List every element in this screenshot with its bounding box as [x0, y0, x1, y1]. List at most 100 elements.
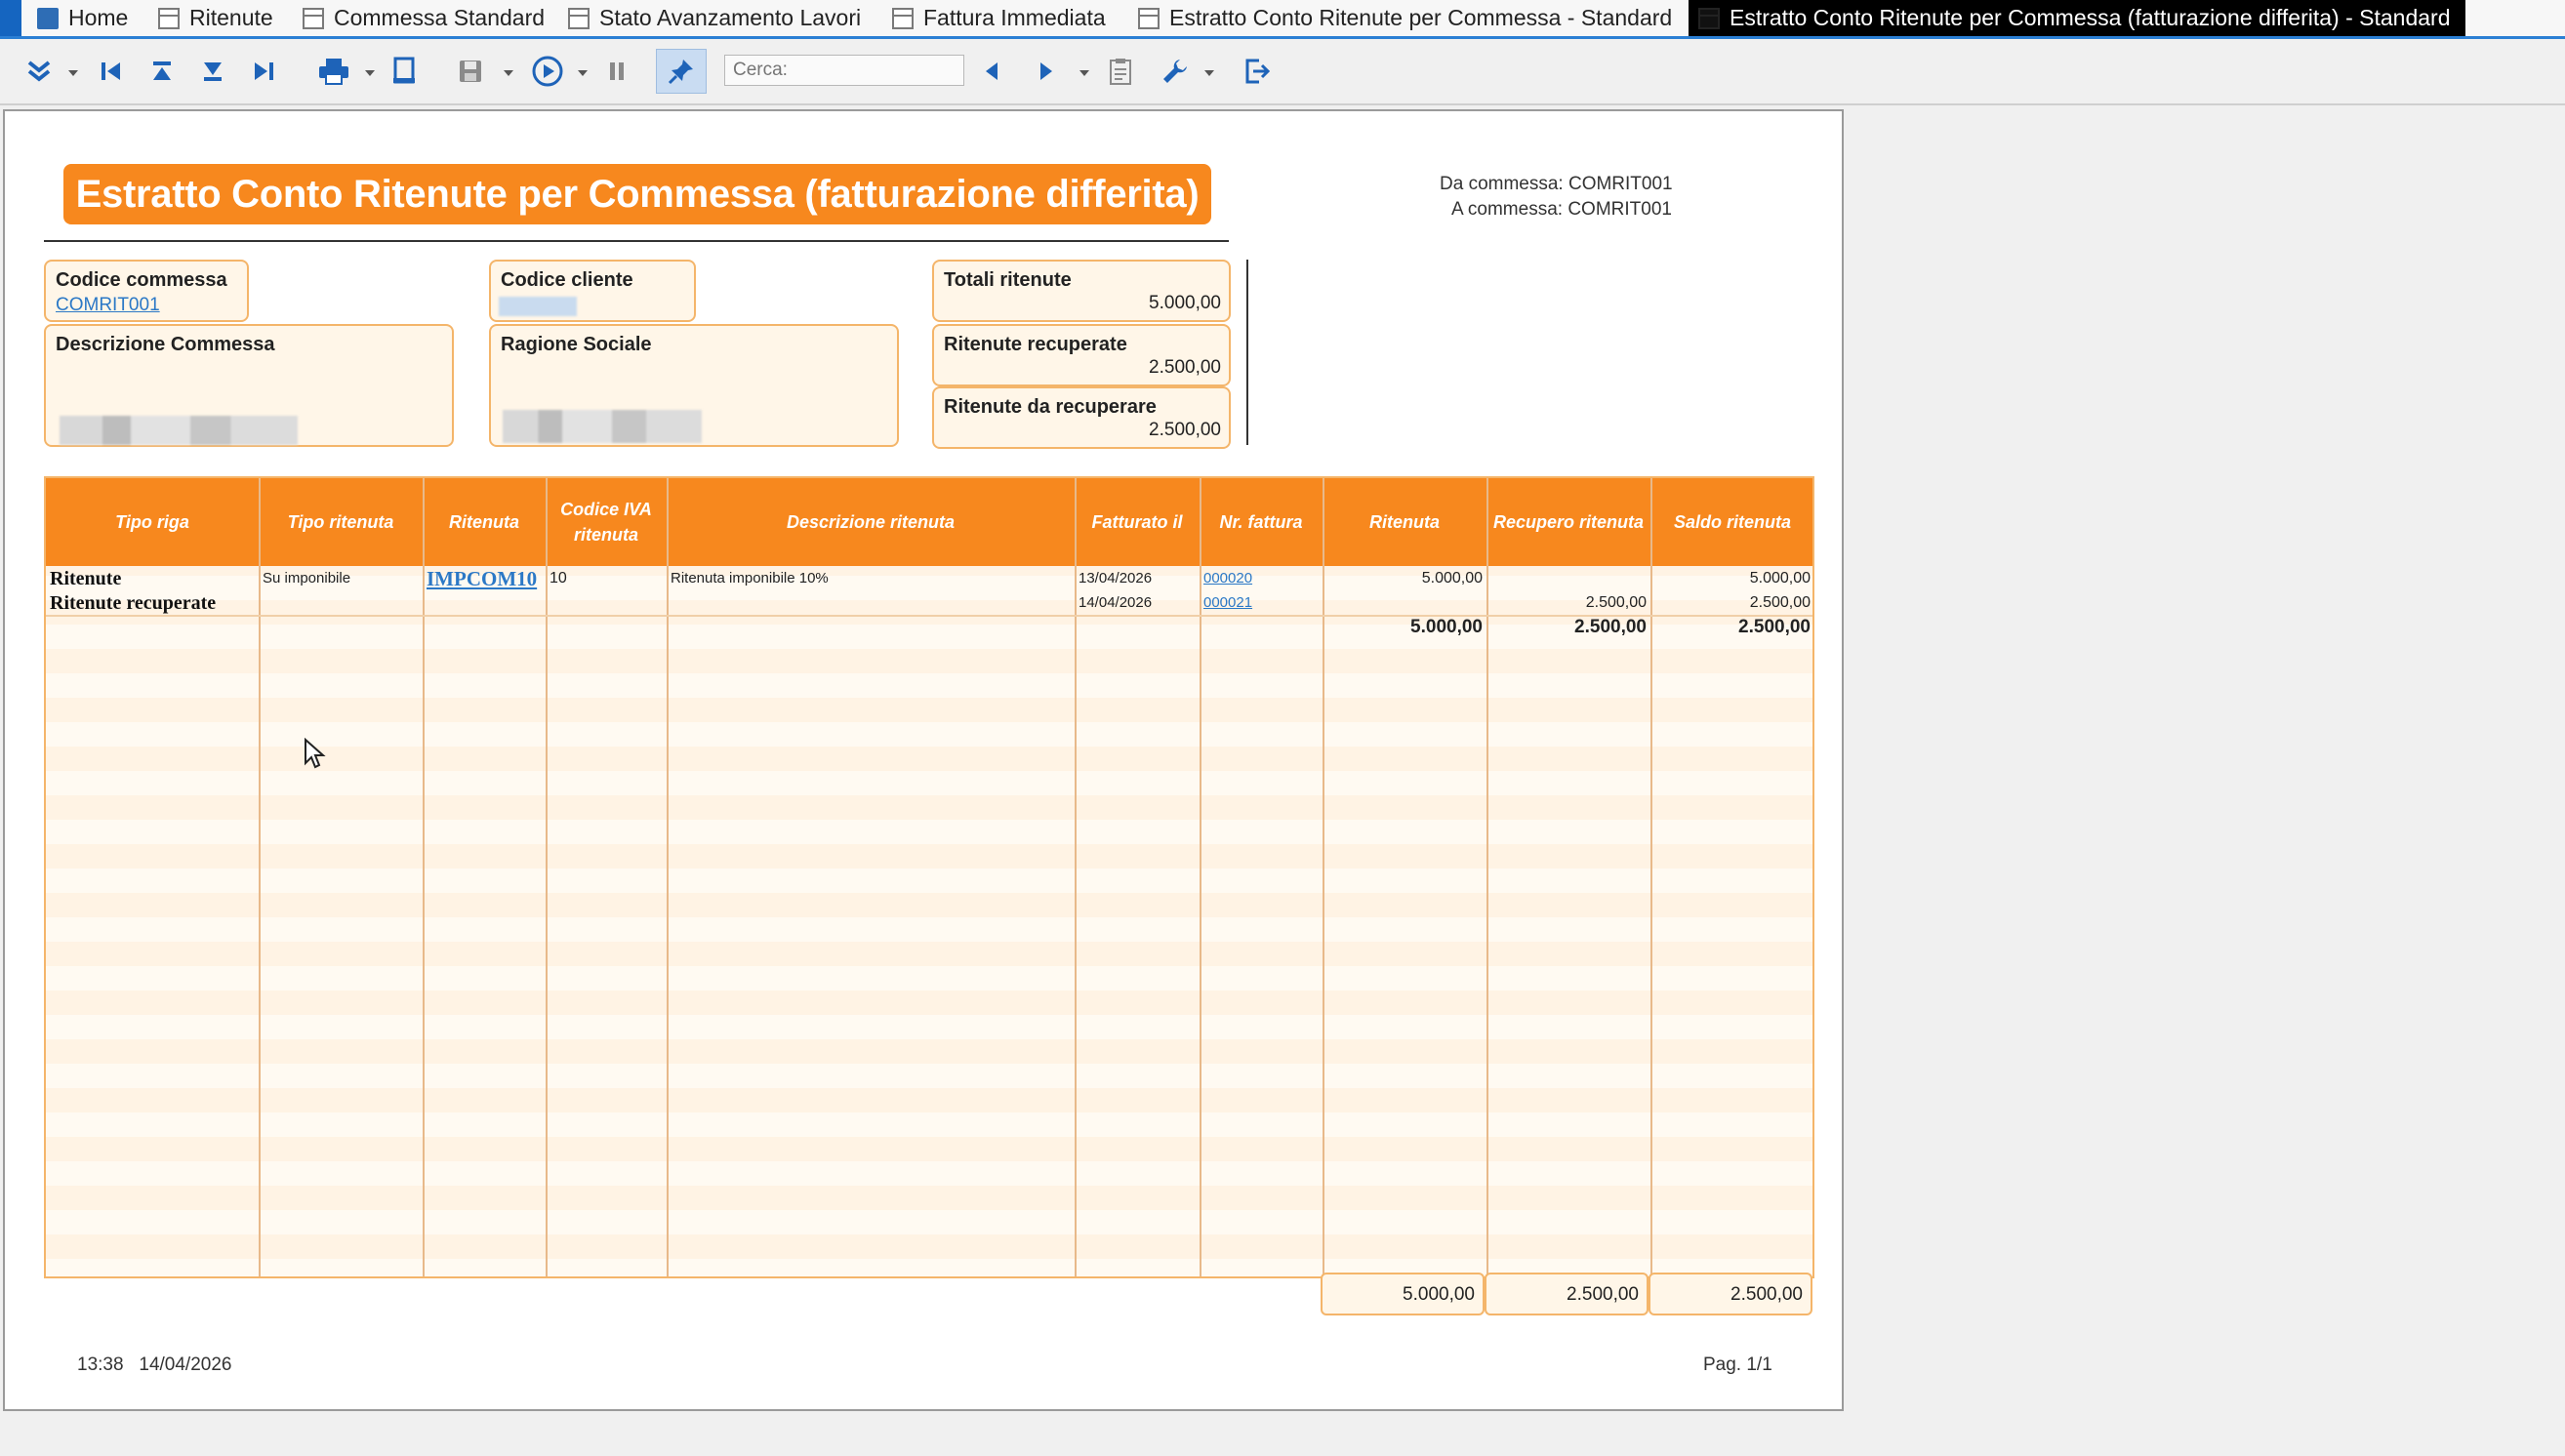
- tab-label: Ritenute: [189, 5, 273, 30]
- group-total-recupero: 2.500,00: [1574, 617, 1647, 637]
- ragione-sociale-label: Ragione Sociale: [501, 334, 652, 355]
- tab-label: Fattura Immediata: [923, 5, 1106, 30]
- expand-all-icon: [27, 61, 51, 82]
- print-button[interactable]: [312, 49, 355, 94]
- page-top-icon: [153, 61, 171, 80]
- cell-importo: 5.000,00: [1421, 570, 1483, 586]
- tab-label: Estratto Conto Ritenute per Commessa - S…: [1169, 5, 1673, 30]
- header-divider: [1246, 260, 1248, 445]
- pause-icon: [610, 62, 624, 80]
- first-page-button[interactable]: [92, 49, 131, 94]
- tab-stato-avanzamento-lavori[interactable]: Stato Avanzamento Lavori: [568, 0, 861, 36]
- cell-fatturato-il: 13/04/2026: [1079, 570, 1153, 586]
- last-page-icon: [255, 62, 273, 80]
- tab-home[interactable]: Home: [37, 0, 128, 36]
- ritenute-da-recuperare-box: Ritenute da recuperare 2.500,00: [932, 386, 1231, 449]
- save-dropdown[interactable]: [504, 70, 513, 76]
- find-dropdown[interactable]: [1079, 70, 1089, 76]
- print-dropdown[interactable]: [365, 70, 375, 76]
- tab-label: Commessa Standard: [334, 5, 546, 30]
- cell-tipo-riga: Ritenute: [50, 568, 122, 589]
- range-from-label: Da commessa:: [1440, 174, 1564, 194]
- codice-commessa-box: Codice commessa COMRIT001: [44, 260, 249, 322]
- tab-estratto-conto-differita[interactable]: Estratto Conto Ritenute per Commessa (fa…: [1689, 0, 2466, 36]
- ritenute-recuperate-value: 2.500,00: [1149, 357, 1221, 378]
- range-to-value: COMRIT001: [1568, 199, 1672, 220]
- print-icon: [319, 59, 348, 85]
- cell-ritenuta-link[interactable]: IMPCOM10: [427, 567, 537, 591]
- save-button[interactable]: [451, 49, 490, 94]
- col-tipo-ritenuta: Tipo ritenuta: [287, 512, 394, 532]
- ritenute-table: Tipo riga Tipo ritenuta Ritenuta Codice …: [44, 476, 1814, 1278]
- page-bottom-icon: [204, 62, 222, 81]
- redacted-descrizione: [60, 416, 298, 445]
- range-from: Da commessa: COMRIT001: [1440, 174, 1673, 195]
- cell-codice-iva: 10: [550, 570, 567, 586]
- report-icon: [1138, 7, 1160, 29]
- cell-recupero: 2.500,00: [1585, 594, 1647, 611]
- cell-tipo-ritenuta: Su imponibile: [263, 570, 351, 586]
- cell-nr-fattura-link[interactable]: 000020: [1203, 570, 1252, 586]
- footer-timestamp: 13:38 14/04/2026: [77, 1355, 231, 1376]
- window-icon: [892, 7, 914, 29]
- grand-total-recupero: 2.500,00: [1485, 1273, 1649, 1315]
- tab-estratto-conto-standard[interactable]: Estratto Conto Ritenute per Commessa - S…: [1138, 0, 1672, 36]
- redacted-codice-cliente: [499, 297, 577, 316]
- col-recupero-ritenuta: Recupero ritenuta: [1492, 512, 1645, 532]
- expand-all-button[interactable]: [20, 49, 59, 94]
- ritenute-recuperate-box: Ritenute recuperate 2.500,00: [932, 324, 1231, 386]
- expand-all-dropdown[interactable]: [68, 70, 78, 76]
- col-importo-ritenuta: Ritenuta: [1369, 512, 1440, 532]
- range-to-label: A commessa:: [1451, 199, 1564, 220]
- find-previous-button[interactable]: [974, 49, 1009, 94]
- tab-fattura-immediata[interactable]: Fattura Immediata: [892, 0, 1106, 36]
- cell-fatturato-il: 14/04/2026: [1079, 594, 1153, 611]
- column-divider: [667, 478, 669, 1276]
- column-divider: [423, 478, 425, 1276]
- wrench-icon: [1163, 60, 1187, 83]
- pin-icon: [668, 60, 693, 85]
- last-page-button[interactable]: [244, 49, 283, 94]
- status-area: [0, 1417, 2565, 1456]
- cell-nr-fattura-link[interactable]: 000021: [1203, 594, 1252, 611]
- page-bottom-button[interactable]: [193, 49, 232, 94]
- search-input[interactable]: [724, 55, 964, 86]
- column-divider: [1200, 478, 1201, 1276]
- pin-button[interactable]: [656, 49, 707, 94]
- cell-saldo: 2.500,00: [1749, 594, 1811, 611]
- settings-dropdown[interactable]: [1204, 70, 1214, 76]
- tab-label: Home: [68, 5, 129, 30]
- mouse-cursor-icon: [305, 738, 326, 769]
- exit-button[interactable]: [1238, 49, 1277, 94]
- ritenute-recuperate-label: Ritenute recuperate: [944, 334, 1127, 355]
- cell-descrizione: Ritenuta imponibile 10%: [671, 570, 829, 586]
- clipboard-button[interactable]: [1101, 49, 1140, 94]
- footer-date: 14/04/2026: [139, 1355, 232, 1375]
- column-divider: [259, 478, 261, 1276]
- title-divider: [44, 240, 1229, 242]
- tab-ritenute[interactable]: Ritenute: [158, 0, 273, 36]
- play-button[interactable]: [525, 49, 570, 94]
- grand-total-saldo: 2.500,00: [1649, 1273, 1812, 1315]
- pause-button[interactable]: [597, 49, 636, 94]
- range-to: A commessa: COMRIT001: [1451, 199, 1672, 221]
- page-top-button[interactable]: [142, 49, 182, 94]
- find-next-button[interactable]: [1029, 49, 1064, 94]
- settings-button[interactable]: [1156, 49, 1195, 94]
- export-icon: [393, 57, 415, 84]
- column-divider: [1323, 478, 1324, 1276]
- tab-commessa-standard[interactable]: Commessa Standard: [303, 0, 545, 36]
- ritenute-da-recuperare-value: 2.500,00: [1149, 420, 1221, 440]
- totali-ritenute-box: Totali ritenute 5.000,00: [932, 260, 1231, 322]
- totali-ritenute-label: Totali ritenute: [944, 269, 1072, 291]
- export-button[interactable]: [385, 49, 424, 94]
- home-icon: [37, 7, 59, 29]
- group-total-importo: 5.000,00: [1410, 617, 1483, 637]
- column-divider: [546, 478, 548, 1276]
- codice-commessa-link[interactable]: COMRIT001: [56, 295, 160, 316]
- ragione-sociale-box: Ragione Sociale: [489, 324, 899, 447]
- play-dropdown[interactable]: [578, 70, 588, 76]
- descrizione-commessa-label: Descrizione Commessa: [56, 334, 275, 355]
- redacted-ragione-sociale: [503, 410, 702, 443]
- descrizione-commessa-box: Descrizione Commessa: [44, 324, 454, 447]
